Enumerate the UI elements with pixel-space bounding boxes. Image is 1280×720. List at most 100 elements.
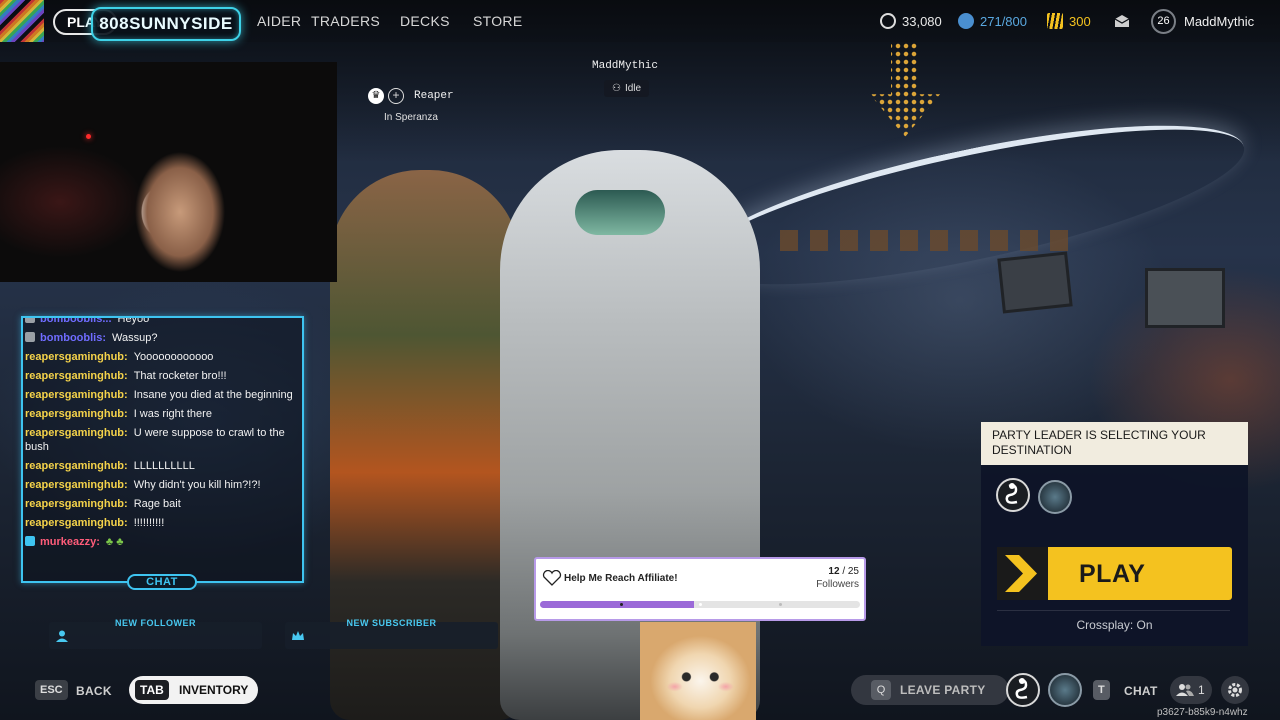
heart-icon xyxy=(542,570,562,586)
chat-text: Why didn't you kill him?!?! xyxy=(133,479,261,491)
chat-username: murkeazzy: xyxy=(40,536,100,548)
chat-username: bombooblis... xyxy=(40,316,112,325)
progress-marker xyxy=(779,603,782,606)
cat-meme-image xyxy=(640,622,756,720)
chat-message: reapersgaminghub: Yoooooooooooo xyxy=(25,350,301,364)
party-leader-avatar[interactable] xyxy=(996,478,1030,512)
nav-tab-store[interactable]: STORE xyxy=(473,13,522,29)
player-level-badge[interactable]: 26 xyxy=(1151,9,1176,34)
leave-party-label: LEAVE PARTY xyxy=(900,683,986,697)
chat-username: reapersgaminghub: xyxy=(25,479,128,491)
goal-count: 12 / 25 xyxy=(828,566,859,577)
stream-chat-overlay: bombooblis... Heyoo bombooblis: Wassup? re… xyxy=(21,316,304,583)
self-status-pill: ⚇ Idle xyxy=(604,80,650,97)
chat-username: bombooblis: xyxy=(40,332,106,344)
chat-username: reapersgaminghub: xyxy=(25,351,128,363)
chat-text: Yoooooooooooo xyxy=(133,351,214,363)
chat-message: reapersgaminghub: LLLLLLLLLL xyxy=(25,459,301,473)
chat-text: That rocketer bro!!! xyxy=(133,370,227,382)
player-username[interactable]: MaddMythic xyxy=(1184,14,1254,29)
snake-emblem-icon xyxy=(1005,483,1018,504)
chat-message: reapersgaminghub: Insane you died at the … xyxy=(25,388,301,402)
self-player-name: MaddMythic xyxy=(592,60,659,72)
party-member-avatar[interactable] xyxy=(1006,673,1040,707)
chat-emote-icon: ♣ ♣ xyxy=(105,536,124,548)
crown-icon xyxy=(292,631,304,640)
chat-message: murkeazzy: ♣ ♣ xyxy=(25,535,301,549)
coins-value: 33,080 xyxy=(902,13,942,29)
chat-text: Heyoo xyxy=(117,316,150,325)
settings-button[interactable] xyxy=(1221,676,1249,704)
chat-message: reapersgaminghub: That rocketer bro!!! xyxy=(25,369,301,383)
goal-progress-fill xyxy=(540,601,694,608)
goal-target: / 25 xyxy=(842,566,859,577)
chat-overlay-tab: CHAT xyxy=(127,574,197,590)
chat-message: reapersgaminghub: Rage bait xyxy=(25,497,301,511)
chat-message-list: bombooblis... Heyoo bombooblis: Wassup? re… xyxy=(25,316,301,554)
user-badge-icon xyxy=(25,536,35,546)
play-chevron-block xyxy=(997,547,1048,600)
new-subscriber-bar: NEW SUBSCRIBER xyxy=(285,618,498,649)
chat-username: reapersgaminghub: xyxy=(25,389,128,401)
self-status-text: Idle xyxy=(624,83,642,94)
gear-icon xyxy=(1228,683,1242,697)
new-follower-bar: NEW FOLLOWER xyxy=(49,618,262,649)
coins-icon xyxy=(880,13,896,29)
cred-value: 271/800 xyxy=(980,13,1027,29)
chat-message: reapersgaminghub: U were suppose to crawl… xyxy=(25,426,301,454)
party-member-label: ♛ + Reaper xyxy=(368,88,454,104)
build-id: p3627-b85k9-n4whz xyxy=(1157,707,1248,718)
raider-tokens-value: 300 xyxy=(1069,13,1091,29)
chat-username: reapersgaminghub: xyxy=(25,517,128,529)
new-follower-label: NEW FOLLOWER xyxy=(115,618,196,628)
follower-goal-widget: Help Me Reach Affiliate! 12 / 25 Followe… xyxy=(534,557,866,621)
chat-message: reapersgaminghub: I was right there xyxy=(25,407,301,421)
party-member-avatar[interactable] xyxy=(1048,673,1082,707)
chat-text: !!!!!!!!!! xyxy=(133,517,165,529)
esc-keycap[interactable]: ESC xyxy=(35,680,68,700)
chat-text: Rage bait xyxy=(133,498,181,510)
nav-tab-traders[interactable]: TRADERS xyxy=(311,13,380,29)
helmet-visor xyxy=(575,190,665,235)
chat-text: Insane you died at the beginning xyxy=(133,389,293,401)
party-member-location: In Speranza xyxy=(384,112,438,123)
friends-count: 1 xyxy=(1198,683,1205,697)
chevron-right-icon xyxy=(1005,555,1037,592)
chat-button[interactable]: CHAT xyxy=(1124,684,1158,698)
chat-message: bombooblis... Heyoo xyxy=(25,316,301,326)
add-friend-icon[interactable]: + xyxy=(388,88,404,104)
nav-tab-decks[interactable]: DECKS xyxy=(400,13,450,29)
party-member-name: Reaper xyxy=(414,90,454,102)
crt-monitor xyxy=(1145,268,1225,328)
party-lobby-panel: PARTY LEADER IS SELECTING YOUR DESTINATI… xyxy=(981,422,1248,646)
chat-username: reapersgaminghub: xyxy=(25,370,128,382)
nav-tab-raider[interactable]: AIDER xyxy=(257,13,301,29)
inventory-button[interactable]: TAB INVENTORY xyxy=(129,676,258,704)
tab-keycap: TAB xyxy=(135,680,169,700)
goal-title: Help Me Reach Affiliate! xyxy=(564,573,678,584)
chat-username: reapersgaminghub: xyxy=(25,427,128,439)
chat-username: reapersgaminghub: xyxy=(25,460,128,472)
stream-name-overlay: 808SUNNYSIDE xyxy=(91,7,241,41)
user-badge-icon xyxy=(25,318,35,323)
back-button[interactable]: BACK xyxy=(76,684,112,698)
streamer-webcam xyxy=(0,62,337,282)
destination-map-icon[interactable] xyxy=(1038,480,1072,514)
top-navigation-bar: PLAY AIDER TRADERS DECKS STORE 808SUNNYS… xyxy=(0,0,1280,42)
play-button[interactable]: PLAY xyxy=(997,547,1232,600)
webcam-red-light xyxy=(86,134,91,139)
snake-emblem-icon xyxy=(1015,678,1028,699)
user-icon xyxy=(56,630,68,642)
chat-text: I was right there xyxy=(133,408,212,420)
rainbow-stripes-decoration xyxy=(0,0,44,42)
friends-button[interactable]: 1 xyxy=(1170,676,1212,704)
t-keycap[interactable]: T xyxy=(1093,680,1110,700)
progress-marker xyxy=(699,603,702,606)
party-status-banner: PARTY LEADER IS SELECTING YOUR DESTINATI… xyxy=(981,422,1248,465)
crt-monitor xyxy=(997,251,1073,314)
leave-party-button[interactable]: Q LEAVE PARTY xyxy=(851,675,1009,705)
cred-balance: 271/800 xyxy=(958,12,1027,30)
inbox-icon[interactable] xyxy=(1114,14,1130,28)
play-button-label: PLAY xyxy=(1079,560,1146,588)
chat-message: reapersgaminghub: Why didn't you kill him… xyxy=(25,478,301,492)
